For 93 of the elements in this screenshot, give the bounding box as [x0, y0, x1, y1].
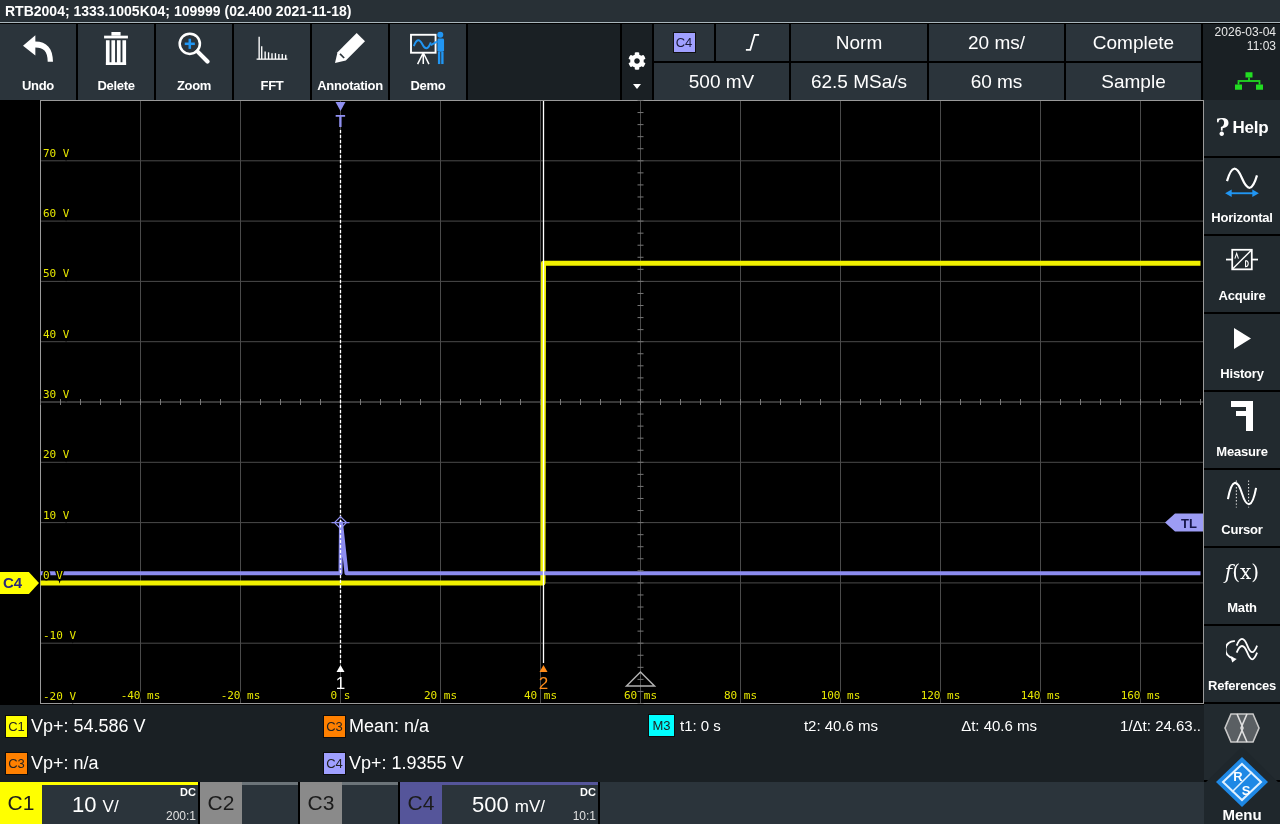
measurement-badge: M3: [648, 714, 675, 737]
axis-tick-label: 20 ms: [423, 689, 458, 702]
waves-arrow-icon: [1226, 635, 1258, 665]
axis-tick-label: 60 V: [43, 207, 70, 221]
pencil-icon: [335, 33, 365, 63]
channel-badge: C4: [323, 751, 346, 775]
history-button[interactable]: History: [1204, 314, 1280, 390]
help-button[interactable]: ?Help: [1204, 100, 1280, 156]
spectrum-icon: [256, 36, 288, 60]
measure-button[interactable]: Measure: [1204, 392, 1280, 468]
converter-icon: [1226, 248, 1258, 272]
sine-cursor-icon: [1227, 479, 1257, 509]
axis-tick-label: 30 V: [43, 388, 70, 401]
math-button[interactable]: f(x) Math: [1204, 548, 1280, 624]
time-text: 11:03: [1246, 39, 1276, 53]
settings-button[interactable]: [622, 24, 652, 100]
channel-badge: C1: [5, 714, 28, 738]
channel-offset-marker[interactable]: C4: [0, 571, 39, 594]
demo-button[interactable]: Demo: [390, 24, 466, 100]
settings-icon: [628, 52, 646, 70]
diamond-logo: R S: [1216, 757, 1268, 807]
axis-tick-label: 60 ms: [623, 689, 658, 702]
sine-arrow-icon: [1225, 167, 1259, 197]
axis-tick-label: 160 ms: [1120, 689, 1161, 702]
cursor-readout: t2: 40.6 ms: [803, 717, 879, 734]
measurement-value: Vp+: 1.9355 V: [349, 752, 464, 774]
undo-button[interactable]: Undo: [0, 24, 76, 100]
axis-tick-label: 40 ms: [523, 689, 558, 702]
axis-tick-label: -40 ms: [120, 689, 161, 702]
cursor-readout: t1: 0 s: [680, 717, 721, 734]
trash-icon: [104, 31, 128, 65]
probe-ratio: 200:1: [165, 809, 196, 824]
axis-tick-label: -20 ms: [220, 689, 261, 702]
acquire-mode-button[interactable]: Sample: [1066, 63, 1201, 100]
horizontal-button[interactable]: Horizontal: [1204, 158, 1280, 234]
time-scale-button[interactable]: 20 ms/: [929, 24, 1064, 61]
vertical-scale: 10 V/: [72, 791, 120, 818]
network-icon: [1234, 72, 1263, 90]
cursor-readout: Δt: 40.6 ms: [961, 717, 1038, 734]
annotation-button[interactable]: Annotation: [312, 24, 388, 100]
date-text: 2026-03-04: [1214, 25, 1276, 39]
caliper-icon: [1231, 400, 1253, 432]
axis-tick-label: 70 V: [43, 146, 70, 160]
coupling-text: DC: [179, 785, 196, 798]
axis-tick-label: 120 ms: [920, 689, 961, 702]
zoom-in-icon: [178, 32, 210, 64]
axis-tick-label: -10 V: [43, 629, 77, 643]
rising-edge-icon: [745, 33, 760, 52]
axis-tick-label: 140 ms: [1020, 689, 1061, 702]
delete-button[interactable]: Delete: [78, 24, 154, 100]
play-icon: [1233, 327, 1251, 349]
channel-badge: C3: [323, 714, 346, 738]
trigger-mode-button[interactable]: Norm: [791, 24, 927, 61]
channel-settings-panel[interactable]: 500 mV/ DC 10:1: [442, 782, 598, 824]
coupling-text: DC: [579, 785, 596, 798]
axis-tick-label: 80 ms: [723, 689, 758, 702]
probe-ratio: 10:1: [572, 809, 596, 824]
axis-tick-label: 50 V: [43, 267, 70, 281]
acquire-button[interactable]: Acquire: [1204, 236, 1280, 312]
undo-icon: [23, 34, 53, 62]
channel-badge: C4: [672, 32, 696, 53]
cursor-readout: 1/Δt: 24.63..: [1120, 717, 1201, 734]
vertical-scale: 500 mV/: [472, 791, 547, 818]
axis-tick-label: -20 V: [43, 689, 77, 703]
measurement-value: Vp+: 54.586 V: [31, 715, 146, 737]
caret-down-icon: [633, 84, 641, 89]
axis-tick-label: 40 V: [43, 327, 70, 341]
measurement-value: Vp+: n/a: [31, 752, 99, 774]
measurement-value: Mean: n/a: [349, 715, 430, 737]
trigger-source-button[interactable]: C4: [654, 24, 714, 61]
channel-button[interactable]: C2: [200, 782, 242, 824]
channel-settings-panel[interactable]: 10 V/ DC 200:1: [42, 782, 198, 824]
cursor-button[interactable]: Cursor: [1204, 470, 1280, 546]
cursor-line[interactable]: [542, 100, 545, 664]
trigger-level-marker[interactable]: TL: [1165, 513, 1203, 532]
acquisition-status-button[interactable]: Complete: [1066, 24, 1201, 61]
presentation-icon: [410, 31, 446, 65]
channel-button[interactable]: C1: [0, 782, 42, 824]
references-button[interactable]: References: [1204, 626, 1280, 702]
axis-tick-label: 10 V: [43, 508, 70, 522]
position-marker-icon: [624, 670, 657, 687]
window-title: RTB2004; 1333.1005K04; 109999 (02.400 2021-11-18): [5, 3, 352, 19]
axis-tick-label: 20 V: [43, 448, 70, 462]
zoom-button[interactable]: Zoom: [156, 24, 232, 100]
cursor-line[interactable]: [339, 129, 342, 664]
horizontal-position-button[interactable]: 60 ms: [929, 63, 1064, 100]
channel-badge: C3: [5, 751, 28, 775]
fft-button[interactable]: FFT: [234, 24, 310, 100]
channel-button[interactable]: C3: [300, 782, 342, 824]
sample-rate-button[interactable]: 62.5 MSa/s: [791, 63, 927, 100]
axis-tick-label: 100 ms: [820, 689, 861, 702]
axis-tick-label: 0 s: [330, 689, 351, 702]
trigger-level-button[interactable]: 500 mV: [654, 63, 789, 100]
